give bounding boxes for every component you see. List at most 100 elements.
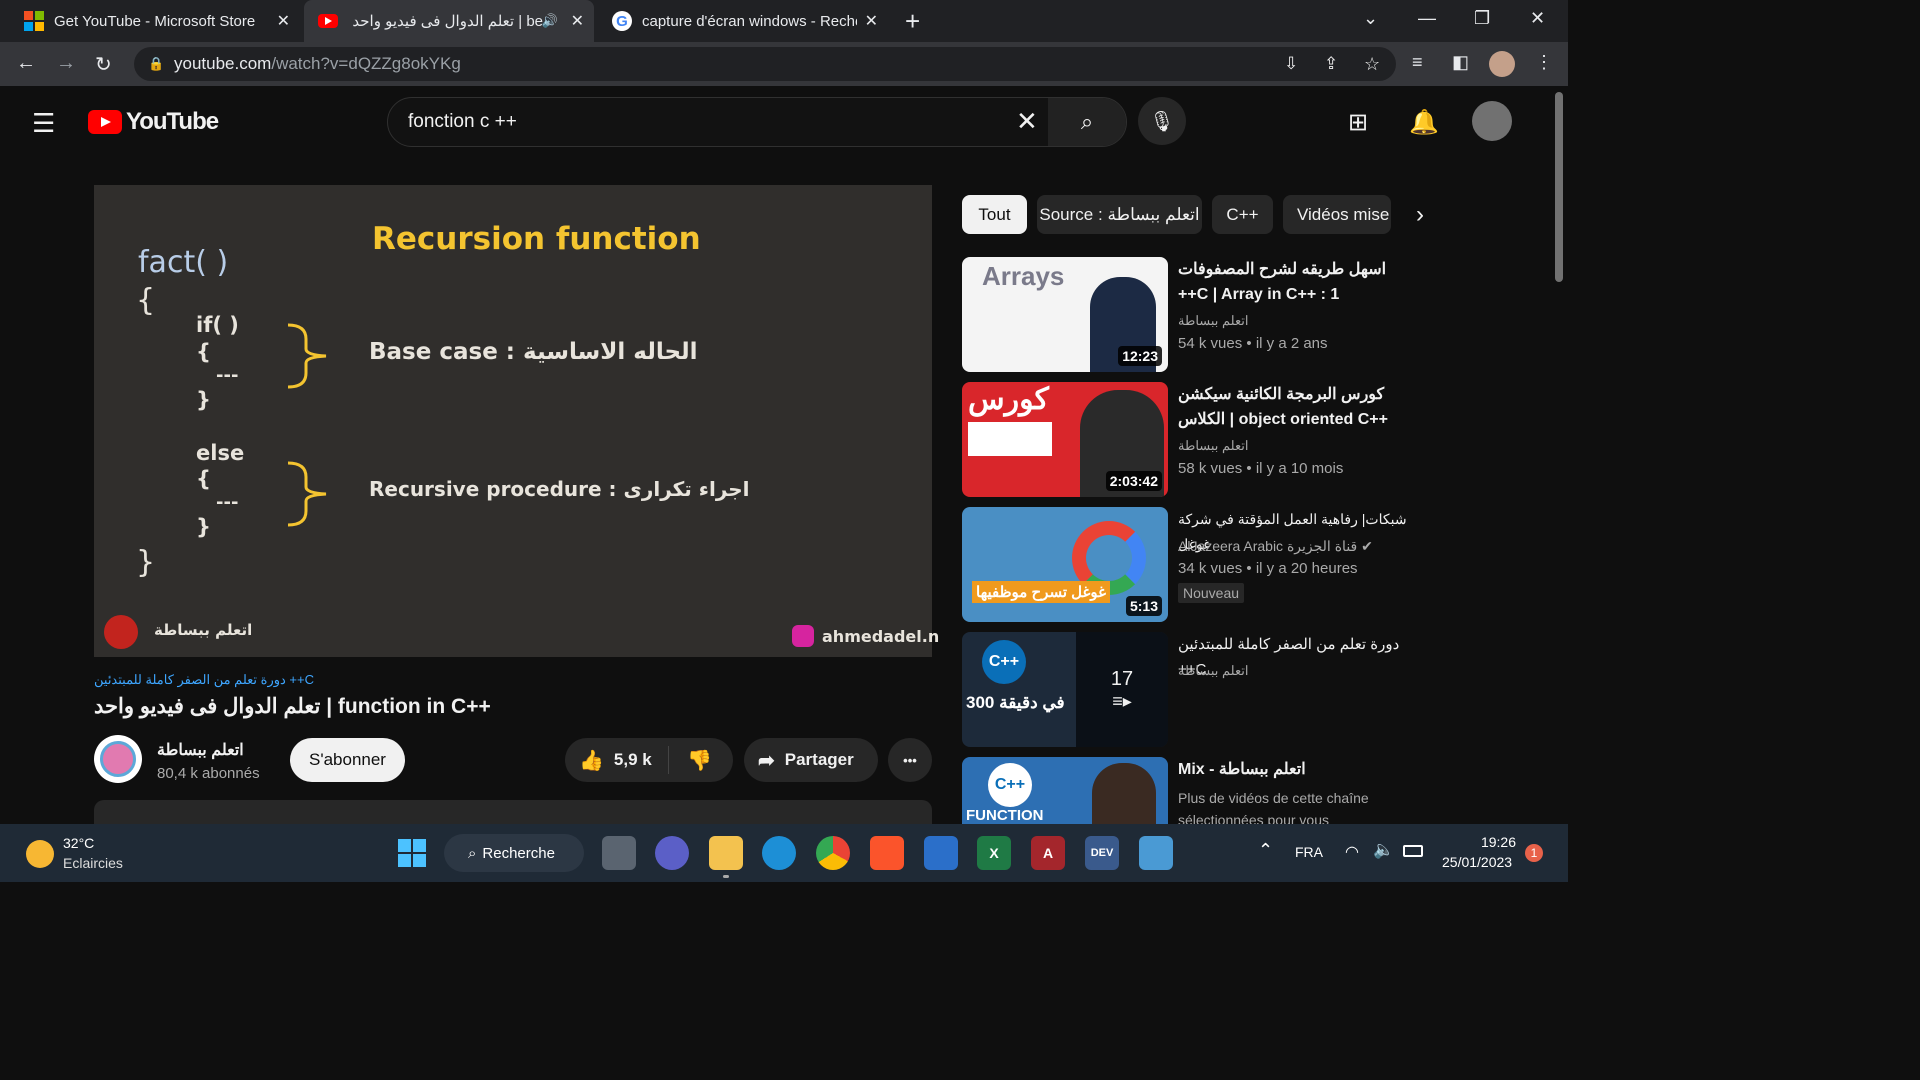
search-button[interactable]: ⌕ [1048, 98, 1126, 146]
chrome-menu-icon[interactable]: ⋮ [1535, 52, 1553, 73]
like-button[interactable]: 👍 5,9 k [565, 746, 669, 774]
install-app-icon[interactable]: ⇩ [1284, 54, 1298, 74]
dev-cpp-icon[interactable]: DEV [1085, 836, 1119, 870]
more-icon: ••• [903, 752, 917, 768]
file-explorer-icon[interactable] [709, 836, 743, 878]
channel-name[interactable]: اتعلم ببساطة [1178, 438, 1248, 454]
google-favicon-icon: G [612, 11, 632, 31]
playlist-count-overlay: 17 ≡▸ [1076, 632, 1168, 747]
weather-icon[interactable] [26, 840, 54, 868]
channel-name[interactable]: AlJazeera Arabic قناة الجزيرة ✔ [1178, 538, 1373, 555]
playlist-thumbnail[interactable]: C++ 300 في دقيقة 17 ≡▸ [962, 632, 1168, 747]
edge-icon[interactable] [762, 836, 796, 870]
search-input[interactable]: fonction c ++ [408, 111, 517, 133]
chip-cpp[interactable]: C++ [1212, 195, 1273, 234]
video-player[interactable]: Recursion function fact( ) { if( ) { ---… [94, 185, 939, 657]
chip-source[interactable]: Source : اتعلم ببساطة [1037, 195, 1202, 234]
clock-date[interactable]: 25/01/2023 [1442, 854, 1512, 870]
recommendation-playlist[interactable]: C++ 300 في دقيقة 17 ≡▸ دورة تعلم من الصف… [962, 632, 1422, 747]
account-avatar[interactable] [1472, 101, 1512, 141]
input-language[interactable]: FRA [1295, 844, 1323, 860]
close-window-icon[interactable]: ✕ [1530, 8, 1545, 29]
thumb-text: Arrays [982, 261, 1065, 291]
tab-search-icon[interactable]: ⌄ [1363, 8, 1378, 29]
show-hidden-icons[interactable]: ⌃ [1258, 840, 1273, 861]
slide-bracket-base [287, 323, 327, 389]
side-panel-icon[interactable]: ◧ [1452, 52, 1469, 73]
channel-avatar[interactable] [94, 735, 142, 783]
slide-if: if( ) [196, 313, 239, 337]
upload-age: il y a 20 heures [1255, 560, 1358, 577]
bookmark-star-icon[interactable]: ☆ [1364, 54, 1380, 75]
close-tab-icon[interactable]: ✕ [571, 11, 584, 31]
share-page-icon[interactable]: ⇪ [1324, 54, 1338, 74]
voice-search-button[interactable]: 🎙 [1138, 97, 1186, 145]
media-queue-icon[interactable]: ≡ [1412, 52, 1423, 73]
excel-icon[interactable]: X [977, 836, 1011, 870]
dislike-button[interactable]: 👎 [669, 748, 712, 773]
search-box[interactable]: fonction c ++ ✕ ⌕ [387, 97, 1127, 147]
wifi-icon[interactable]: ◠ [1345, 842, 1359, 862]
address-bar[interactable]: 🔒 youtube.com/watch?v=dQZZg8okYKg ⇩ ⇪ ☆ [134, 47, 1396, 81]
weather-temp[interactable]: 32°C [63, 835, 94, 851]
recommendation-mix[interactable]: C++ FUNCTION Mix - اتعلم ببساطة Plus de … [962, 757, 1422, 824]
subscribe-button[interactable]: S'abonner [290, 738, 405, 782]
access-icon[interactable]: A [1031, 836, 1065, 870]
taskbar-search[interactable]: ⌕ Recherche [444, 834, 584, 872]
video-thumbnail[interactable]: كورس 2:03:42 [962, 382, 1168, 497]
chip-updated[interactable]: Vidéos mise [1283, 195, 1391, 234]
profile-avatar[interactable] [1489, 51, 1515, 77]
clock-time[interactable]: 19:26 [1480, 834, 1516, 850]
tab-youtube-video[interactable]: be | تعلم الدوال فى فيديو واحد 🔊 ✕ [304, 0, 594, 42]
playlist-link[interactable]: دورة تعلم من الصفر كاملة للمبتدئين ++C [94, 672, 394, 688]
restore-icon[interactable]: ❐ [1474, 8, 1490, 29]
volume-icon[interactable]: 🔈 [1373, 840, 1394, 860]
tab-microsoft-store[interactable]: Get YouTube - Microsoft Store ✕ [10, 0, 300, 42]
brave-icon[interactable] [870, 836, 904, 870]
slide-brace: { [196, 340, 211, 364]
new-tab-button[interactable]: + [905, 6, 920, 37]
channel-name[interactable]: اتعلم ببساطة [157, 740, 244, 760]
battery-icon[interactable] [1403, 845, 1423, 857]
description-box[interactable] [94, 800, 932, 824]
close-tab-icon[interactable]: ✕ [277, 11, 290, 31]
back-icon[interactable]: ← [16, 52, 36, 75]
scrollbar-thumb[interactable] [1555, 92, 1563, 282]
task-view-icon[interactable] [602, 836, 636, 870]
share-button[interactable]: ➦ Partager [744, 738, 878, 782]
notification-badge[interactable]: 1 [1525, 844, 1543, 862]
clear-search-icon[interactable]: ✕ [1016, 106, 1038, 137]
thumb-text: FUNCTION [966, 807, 1044, 824]
close-tab-icon[interactable]: ✕ [865, 11, 878, 31]
view-count: 54 k vues [1178, 335, 1243, 352]
more-actions-button[interactable]: ••• [888, 738, 932, 782]
chip-all[interactable]: Tout [962, 195, 1027, 234]
recommendation-item[interactable]: كورس 2:03:42 كورس البرمجة الكائنية سيكشن… [962, 382, 1422, 497]
url-host: youtube.com [174, 54, 272, 73]
forward-icon[interactable]: → [56, 52, 76, 75]
reload-icon[interactable]: ↻ [95, 52, 112, 77]
teams-chat-icon[interactable] [655, 836, 689, 870]
notifications-bell-icon[interactable]: 🔔 [1409, 108, 1439, 137]
youtube-logo[interactable]: YouTube [88, 108, 219, 136]
hamburger-menu-icon[interactable]: ☰ [32, 108, 55, 139]
video-thumbnail[interactable]: غوغل تسرح موظفيها 5:13 [962, 507, 1168, 622]
create-video-icon[interactable]: ⊞ [1348, 108, 1368, 137]
tab-google-search[interactable]: G capture d'écran windows - Reche ✕ [598, 0, 888, 42]
mix-title: Mix - اتعلم ببساطة [1178, 761, 1306, 778]
notepad-icon[interactable] [1139, 836, 1173, 870]
mix-thumbnail[interactable]: C++ FUNCTION [962, 757, 1168, 824]
channel-name[interactable]: اتعلم ببساطة [1178, 663, 1248, 679]
video-duration: 12:23 [1118, 346, 1162, 366]
chips-next-icon[interactable]: › [1416, 201, 1424, 229]
page-scrollbar[interactable] [1552, 86, 1568, 824]
recommendation-item[interactable]: Arrays 12:23 اسهل طريقه لشرح المصفوفات +… [962, 257, 1422, 372]
recommendation-item[interactable]: غوغل تسرح موظفيها 5:13 شبكات| رفاهية الع… [962, 507, 1422, 622]
channel-name[interactable]: اتعلم ببساطة [1178, 313, 1248, 329]
minimize-icon[interactable]: — [1418, 8, 1436, 29]
speaker-icon[interactable]: 🔊 [542, 13, 558, 29]
video-thumbnail[interactable]: Arrays 12:23 [962, 257, 1168, 372]
start-button[interactable] [395, 836, 429, 870]
chrome-icon[interactable] [816, 836, 850, 870]
microsoft-store-icon[interactable] [924, 836, 958, 870]
